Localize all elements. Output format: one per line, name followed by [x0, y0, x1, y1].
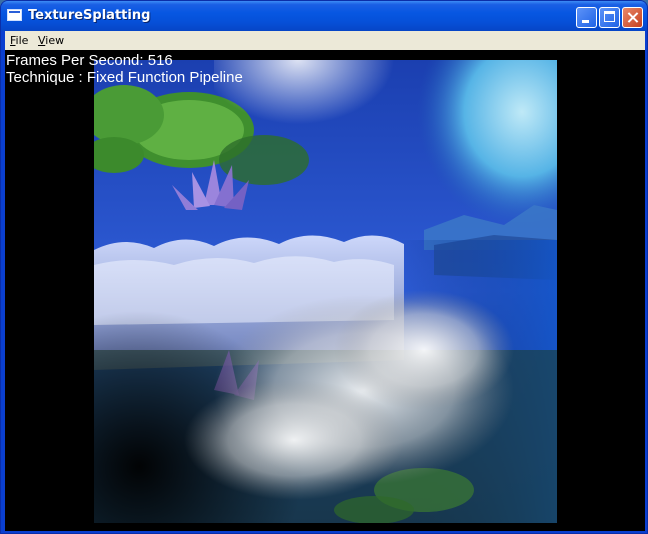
- minimize-button[interactable]: [576, 7, 597, 28]
- splatted-texture-image: [94, 60, 557, 523]
- menu-file[interactable]: File: [10, 34, 28, 47]
- render-viewport[interactable]: Frames Per Second: 516 Technique : Fixed…: [5, 50, 645, 531]
- menu-view[interactable]: View: [38, 34, 64, 47]
- menu-bar: File View: [5, 31, 645, 50]
- technique-label: Technique : Fixed Function Pipeline: [6, 69, 243, 86]
- fps-counter: Frames Per Second: 516: [6, 52, 173, 69]
- window-title: TextureSplatting: [28, 8, 151, 23]
- maximize-button[interactable]: [599, 7, 620, 28]
- app-window-icon[interactable]: [7, 9, 22, 21]
- close-button[interactable]: [622, 7, 643, 28]
- title-bar[interactable]: TextureSplatting: [1, 1, 647, 31]
- terrain-render: [94, 60, 557, 523]
- app-window: TextureSplatting File View Frames Per Se…: [0, 0, 648, 534]
